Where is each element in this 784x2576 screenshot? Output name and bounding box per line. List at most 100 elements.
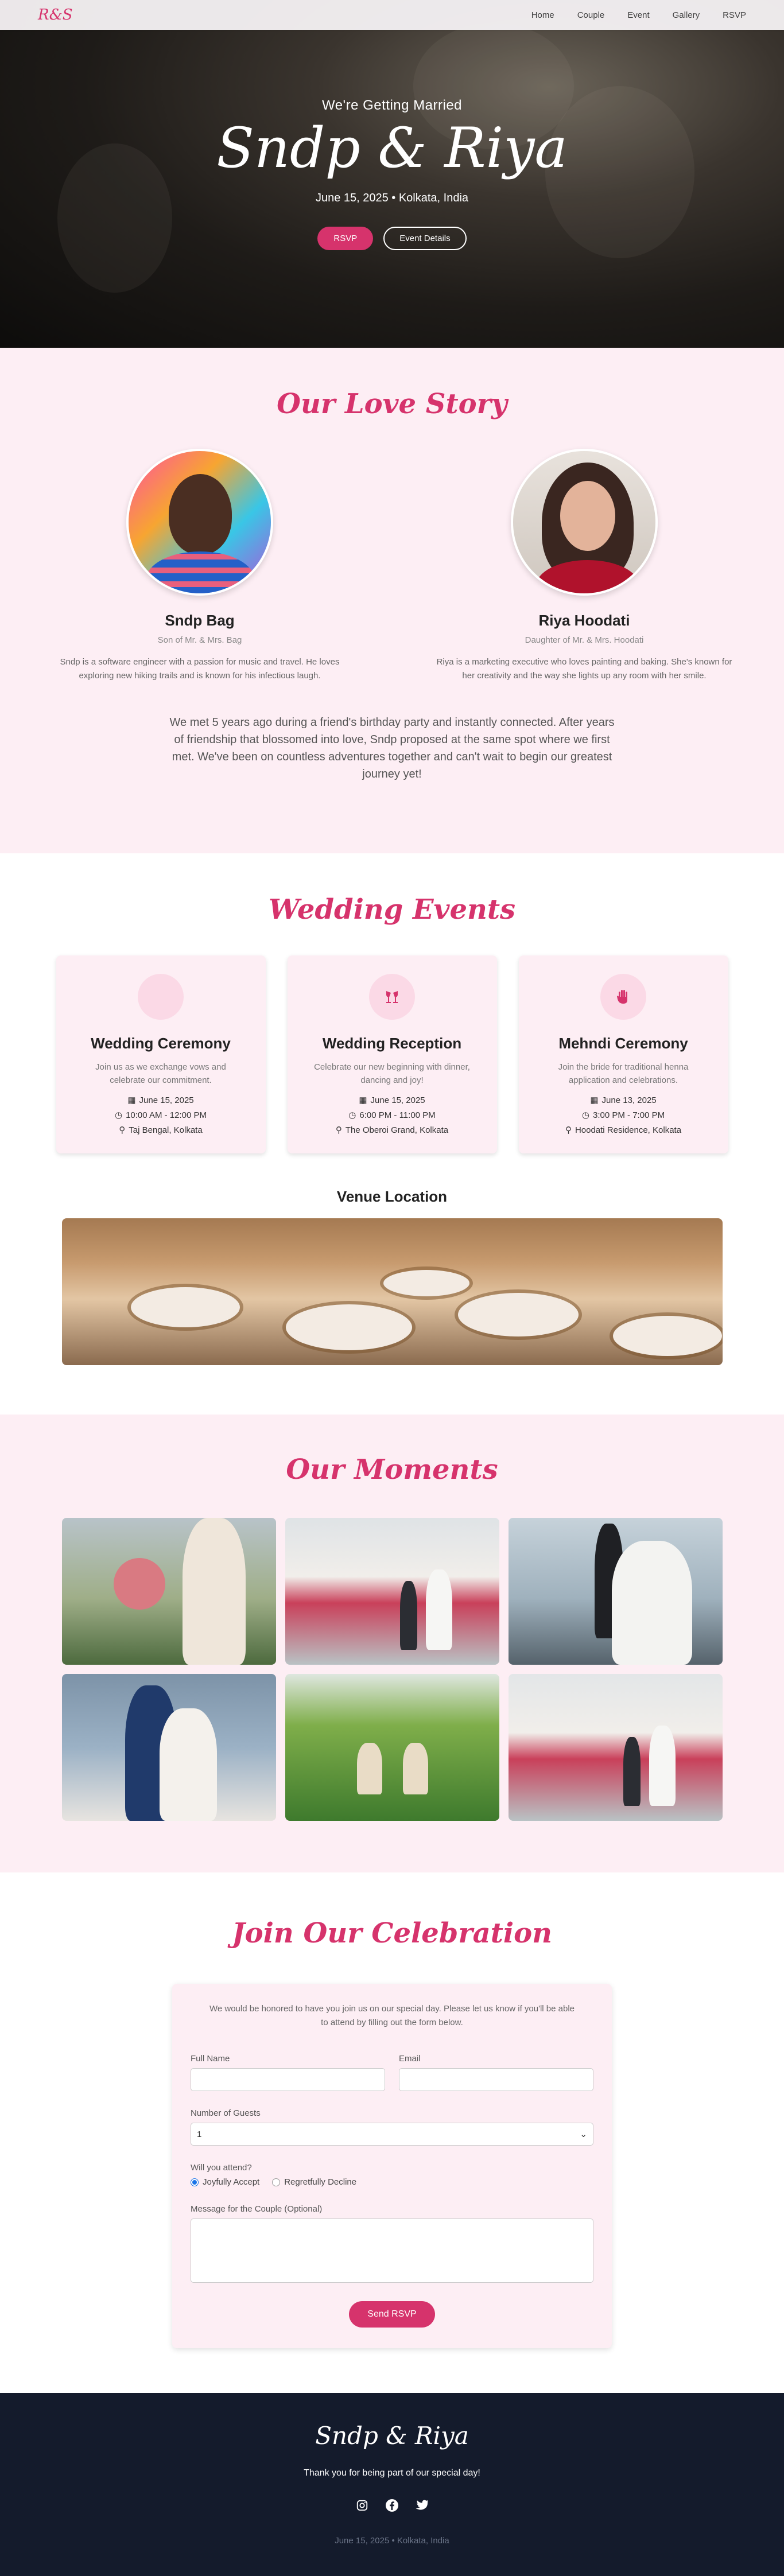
event-venue-text: The Oberoi Grand, Kolkata <box>345 1125 449 1135</box>
nav-link-rsvp[interactable]: RSVP <box>723 10 746 20</box>
social-links <box>0 2498 784 2513</box>
event-date-text: June 13, 2025 <box>601 1095 657 1105</box>
rings-icon <box>138 974 184 1020</box>
gallery-photo[interactable] <box>285 1674 499 1821</box>
venue-table <box>457 1293 579 1336</box>
hero-content: We're Getting Married Sndp & Riya June 1… <box>0 98 784 250</box>
event-date-text: June 15, 2025 <box>139 1095 194 1105</box>
email-input[interactable] <box>399 2068 593 2091</box>
groom-name: Sndp Bag <box>165 612 235 629</box>
attend-yes-radio[interactable] <box>191 2178 199 2186</box>
attend-yes-option[interactable]: Joyfully Accept <box>191 2177 259 2187</box>
event-details-button[interactable]: Event Details <box>383 227 467 250</box>
hero-buttons: RSVP Event Details <box>0 227 784 250</box>
hand-henna-icon-graphic <box>617 990 627 1004</box>
bride-bio: Riya is a marketing executive who loves … <box>436 657 732 681</box>
calendar-icon: ▦ <box>127 1095 136 1105</box>
love-story-text: We met 5 years ago during a friend's bir… <box>169 716 615 780</box>
event-date: ▦ June 15, 2025 <box>56 1095 266 1105</box>
full-name-input[interactable] <box>191 2068 385 2091</box>
event-description: Join the bride for traditional henna app… <box>558 1062 689 1085</box>
nav-link-event[interactable]: Event <box>627 10 649 20</box>
venue-table <box>285 1304 412 1350</box>
venue-table <box>130 1287 240 1327</box>
gallery-photo[interactable] <box>508 1518 723 1665</box>
clock-icon: ◷ <box>581 1110 590 1120</box>
gallery-photo-bride <box>159 1708 217 1821</box>
hero-date-location: June 15, 2025 • Kolkata, India <box>315 192 469 204</box>
wedding-events-title: Wedding Events <box>268 893 516 926</box>
chevron-down-icon: ⌄ <box>580 2130 587 2139</box>
attend-no-option[interactable]: Regretfully Decline <box>272 2177 356 2187</box>
event-time: ◷ 6:00 PM - 11:00 PM <box>288 1110 497 1120</box>
guests-label: Number of Guests <box>191 2108 261 2118</box>
hero-rsvp-button[interactable]: RSVP <box>317 227 374 250</box>
our-moments-section: Our Moments <box>0 1415 784 1872</box>
gallery-photo[interactable] <box>61 1674 276 1821</box>
facebook-icon[interactable] <box>385 2498 399 2513</box>
groom-parents: Son of Mr. & Mrs. Bag <box>157 635 242 645</box>
bride-parents: Daughter of Mr. & Mrs. Hoodati <box>525 635 644 645</box>
glasses-cheers-icon-graphic <box>386 991 398 1003</box>
site-logo[interactable]: R&S <box>38 6 73 24</box>
footer-couple-names: Sndp & Riya <box>315 2422 469 2450</box>
bride-profile: Riya Hoodati Daughter of Mr. & Mrs. Hood… <box>429 449 739 683</box>
event-date-text: June 15, 2025 <box>370 1095 425 1105</box>
hero-subtitle: We're Getting Married <box>321 98 463 113</box>
footer-thanks: Thank you for being part of our special … <box>304 2468 480 2478</box>
submit-wrap: Send RSVP <box>191 2301 593 2328</box>
hero-section: We're Getting Married Sndp & Riya June 1… <box>0 0 784 348</box>
bride-photo <box>511 449 658 596</box>
message-textarea[interactable] <box>191 2218 593 2283</box>
nav-link-couple[interactable]: Couple <box>577 10 605 20</box>
email-field-group: Email <box>399 2054 593 2091</box>
event-time: ◷ 3:00 PM - 7:00 PM <box>519 1110 728 1120</box>
gallery-photo[interactable] <box>508 1674 723 1821</box>
hand-henna-icon <box>600 974 646 1020</box>
love-story-section: Our Love Story Sndp Bag Son of Mr. & Mrs… <box>0 348 784 853</box>
nav-link-gallery[interactable]: Gallery <box>673 10 700 20</box>
our-moments-title: Our Moments <box>286 1454 498 1486</box>
gallery-photo[interactable] <box>285 1518 499 1665</box>
gallery-photo-groom <box>623 1737 641 1806</box>
twitter-icon[interactable] <box>414 2498 429 2513</box>
gallery-photo-bride <box>611 1541 692 1665</box>
gallery-photo-bride <box>425 1569 452 1650</box>
rsvp-form: We would be honored to have you join us … <box>172 1984 612 2348</box>
name-field-group: Full Name <box>191 2054 385 2091</box>
facebook-icon-graphic <box>386 2499 398 2512</box>
event-description: Join us as we exchange vows and celebrat… <box>95 1062 226 1085</box>
full-name-label: Full Name <box>191 2054 230 2064</box>
event-time-text: 3:00 PM - 7:00 PM <box>593 1110 665 1120</box>
groom-photo-face <box>169 474 232 554</box>
gallery-photo[interactable] <box>61 1518 276 1665</box>
groom-bio: Sndp is a software engineer with a passi… <box>60 657 340 681</box>
guests-field-group: Number of Guests 1 ⌄ <box>191 2108 593 2146</box>
event-card: Wedding Reception Celebrate our new begi… <box>287 955 497 1153</box>
clock-icon: ◷ <box>348 1110 356 1120</box>
venue-table <box>383 1270 469 1296</box>
send-rsvp-button[interactable]: Send RSVP <box>349 2301 435 2328</box>
venue-location-title: Venue Location <box>336 1188 448 1205</box>
rsvp-section: Join Our Celebration We would be honored… <box>0 1872 784 2393</box>
attendance-label: Will you attend? <box>191 2163 252 2173</box>
calendar-icon: ▦ <box>590 1095 599 1105</box>
calendar-icon: ▦ <box>359 1095 367 1105</box>
guests-select[interactable]: 1 ⌄ <box>191 2123 593 2146</box>
message-label: Message for the Couple (Optional) <box>191 2204 323 2214</box>
event-card: Wedding Ceremony Join us as we exchange … <box>56 955 266 1153</box>
event-description: Celebrate our new beginning with dinner,… <box>314 1062 470 1085</box>
event-date: ▦ June 13, 2025 <box>519 1095 728 1105</box>
map-pin-icon: ⚲ <box>119 1125 126 1135</box>
glasses-cheers-icon <box>369 974 415 1020</box>
attend-no-label: Regretfully Decline <box>284 2177 357 2187</box>
gallery-photo-groom <box>399 1581 417 1650</box>
gallery-photo-bouquet <box>113 1558 165 1610</box>
instagram-icon[interactable] <box>355 2498 370 2513</box>
gallery-photo-chair <box>356 1743 382 1794</box>
attendance-field-group: Will you attend? Joyfully Accept Regretf… <box>191 2163 593 2187</box>
event-time-text: 6:00 PM - 11:00 PM <box>359 1110 436 1120</box>
bride-photo-face <box>560 481 615 551</box>
nav-link-home[interactable]: Home <box>531 10 554 20</box>
attend-no-radio[interactable] <box>272 2178 281 2186</box>
